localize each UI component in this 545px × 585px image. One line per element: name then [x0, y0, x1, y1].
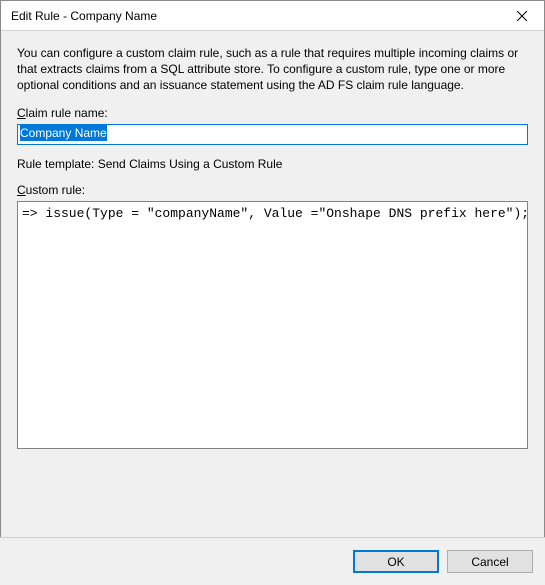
- custom-rule-wrap: [17, 201, 528, 452]
- claim-rule-name-label: Claim rule name:: [17, 106, 528, 120]
- custom-rule-textarea[interactable]: [17, 201, 528, 449]
- claim-rule-name-field[interactable]: Company Name: [18, 125, 527, 144]
- close-icon: [517, 11, 527, 21]
- cancel-button[interactable]: Cancel: [447, 550, 533, 573]
- intro-text: You can configure a custom claim rule, s…: [17, 45, 528, 94]
- ok-button[interactable]: OK: [353, 550, 439, 573]
- dialog-content: You can configure a custom claim rule, s…: [1, 31, 544, 452]
- custom-rule-label: Custom rule:: [17, 183, 528, 197]
- window-title: Edit Rule - Company Name: [11, 9, 157, 23]
- rule-template-text: Rule template: Send Claims Using a Custo…: [17, 157, 528, 171]
- close-button[interactable]: [499, 1, 544, 31]
- claim-rule-name-field-wrap: Company Name: [17, 124, 528, 145]
- title-bar: Edit Rule - Company Name: [1, 1, 544, 31]
- dialog-footer: OK Cancel: [0, 537, 545, 585]
